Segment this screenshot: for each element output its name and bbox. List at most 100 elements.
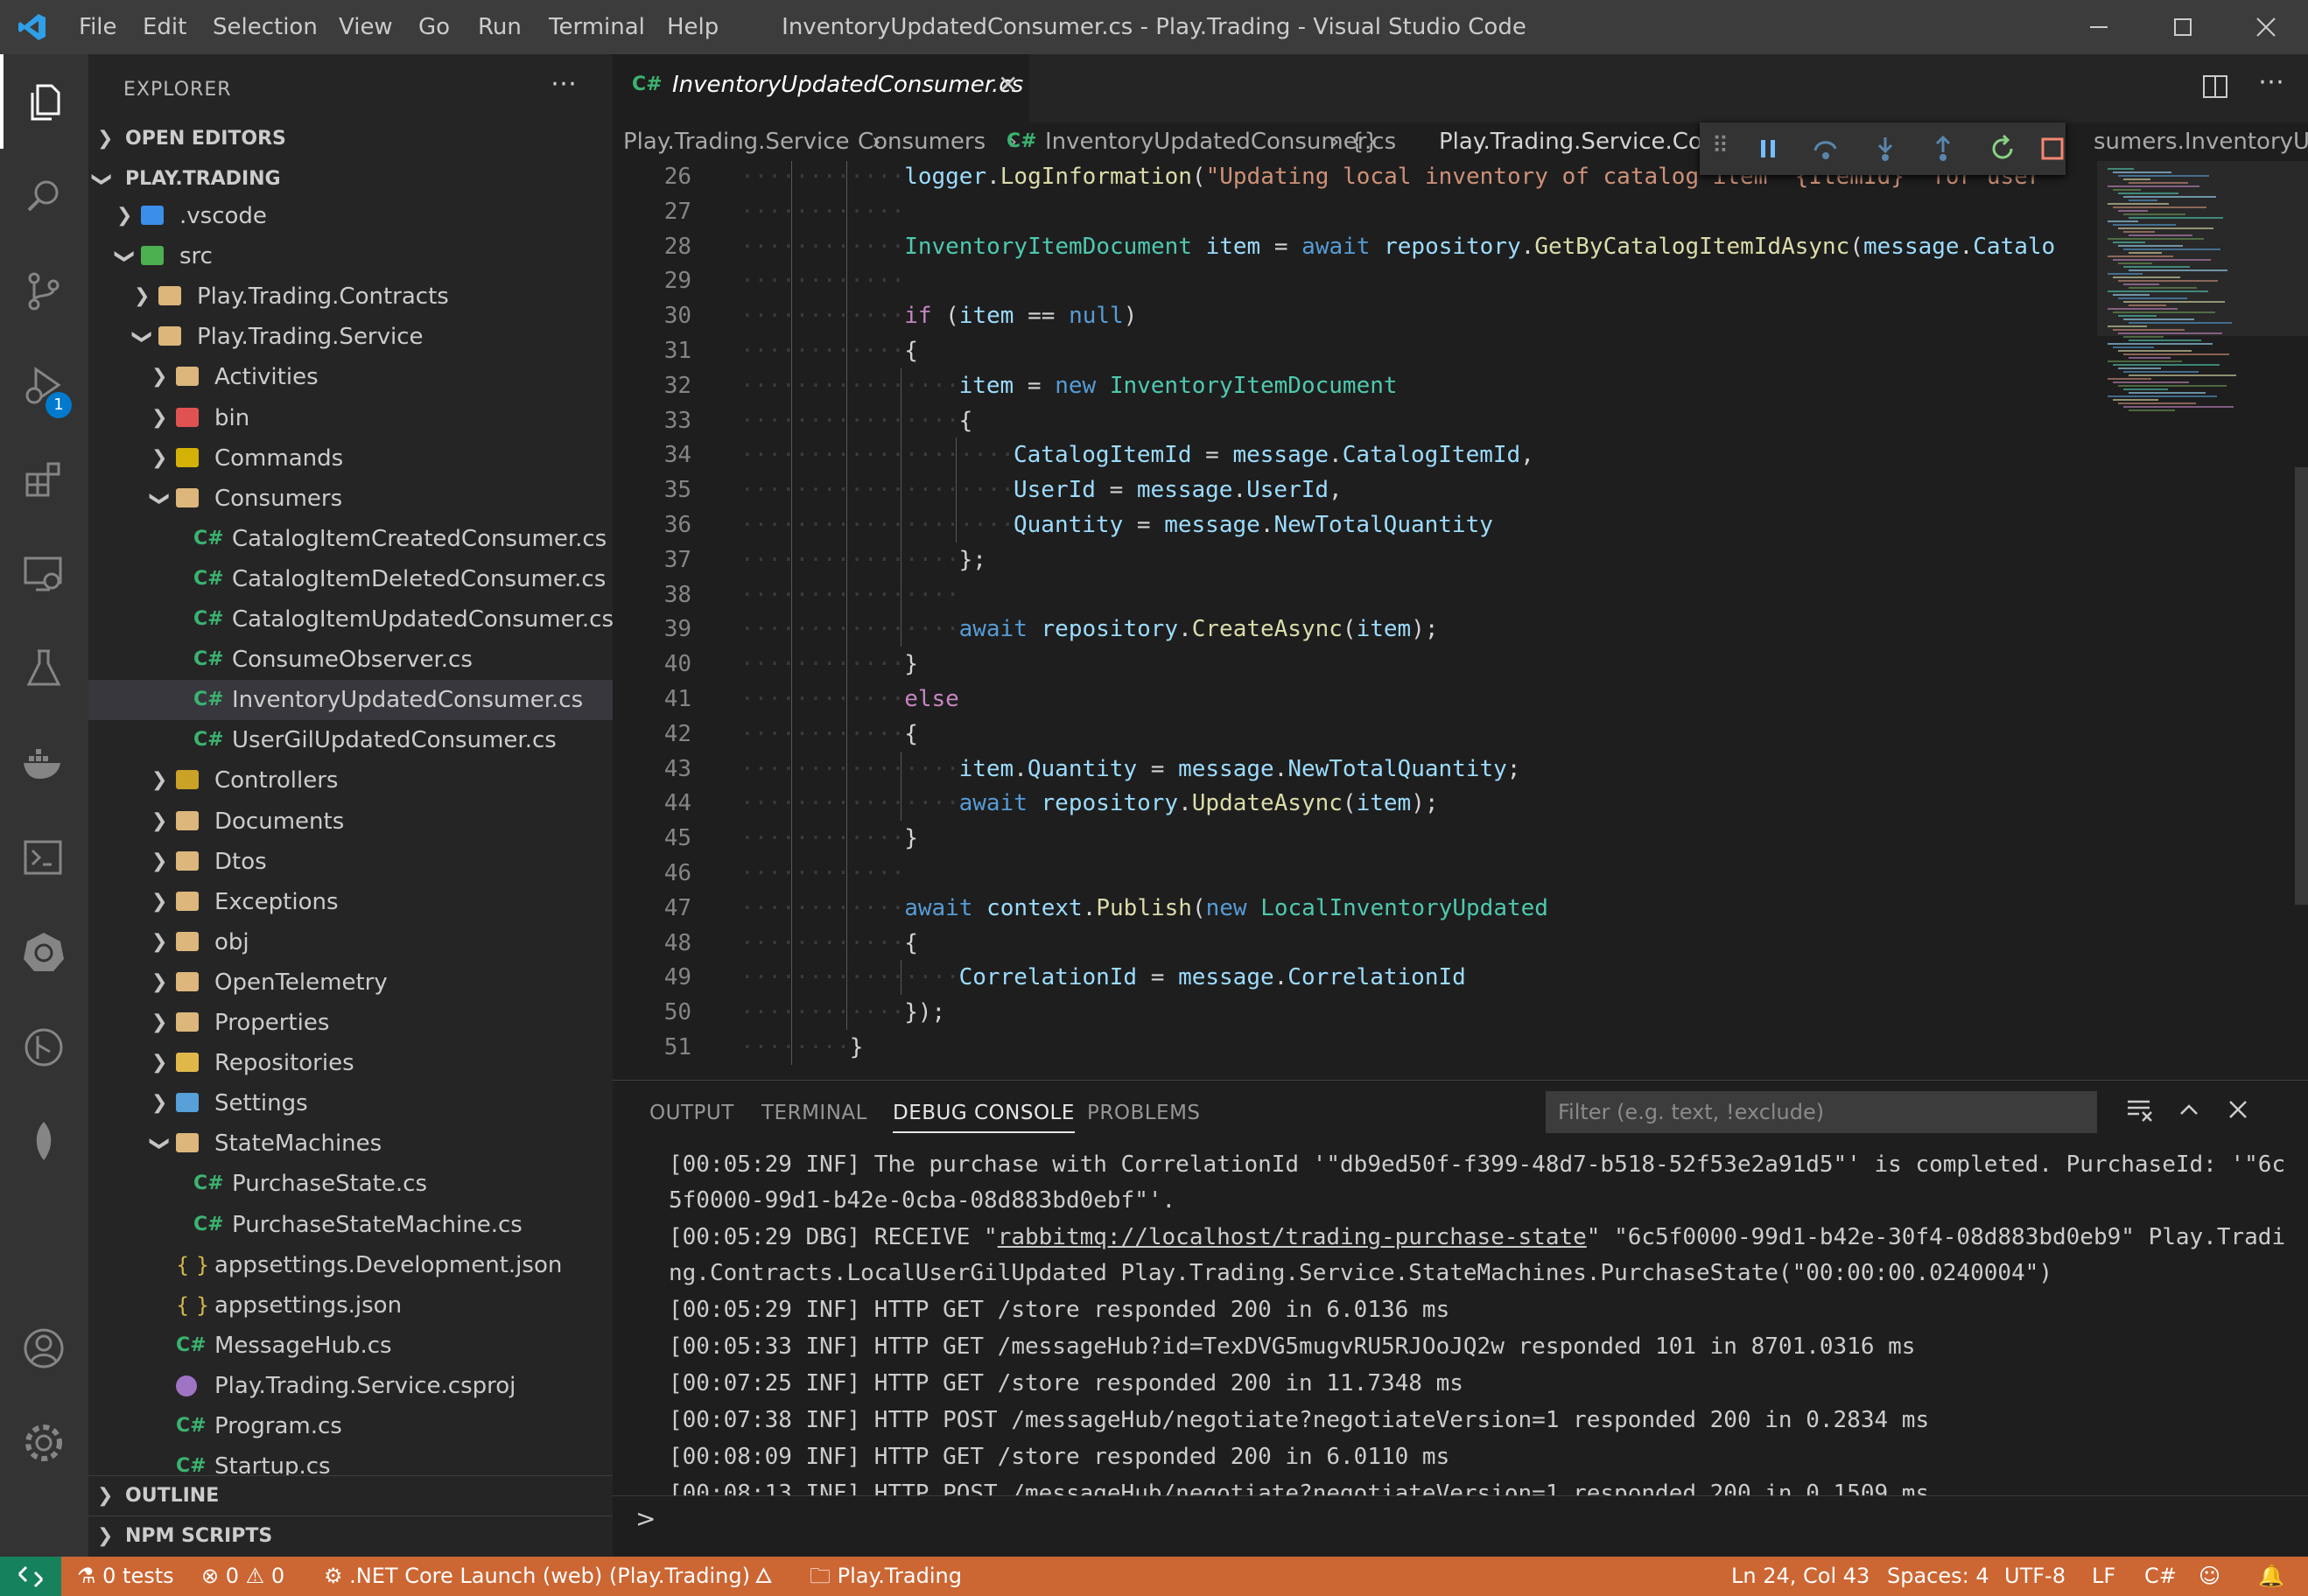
- problems-status[interactable]: ⊗ 0 ⚠ 0: [201, 1557, 284, 1596]
- code-line[interactable]: 32 ················ item = new InventoryIt…: [613, 368, 2097, 403]
- debug-launch-config[interactable]: ⚙ .NET Core Launch (web) (Play.Trading): [324, 1557, 750, 1596]
- tree-item[interactable]: ❯ obj: [88, 922, 613, 962]
- code-line[interactable]: 46 ············: [613, 856, 2097, 891]
- code-editor[interactable]: 26 ············ logger.LogInformation("Upd…: [613, 161, 2097, 1080]
- code-line[interactable]: 47 ············ await context.Publish(new …: [613, 890, 2097, 926]
- mongodb-button[interactable]: [0, 1094, 88, 1188]
- menu-help[interactable]: Help: [667, 0, 719, 54]
- tree-item[interactable]: ❯ Repositories: [88, 1043, 613, 1083]
- tree-item[interactable]: C# Program.cs: [88, 1406, 613, 1446]
- menu-selection[interactable]: Selection: [213, 0, 318, 54]
- tree-item[interactable]: ❯ Activities: [88, 357, 613, 397]
- code-line[interactable]: 49 ················ CorrelationId = messag…: [613, 960, 2097, 996]
- debug-console-output[interactable]: [00:05:29 INF] The purchase with Correla…: [613, 1147, 2308, 1495]
- drag-handle[interactable]: ⠿: [1712, 133, 1729, 159]
- code-line[interactable]: 45 ············}: [613, 821, 2097, 857]
- search-button[interactable]: [0, 149, 88, 243]
- menu-run[interactable]: Run: [478, 0, 522, 54]
- menu-file[interactable]: File: [79, 0, 117, 54]
- breadcrumb-item[interactable]: InventoryUpdatedConsumer.cs: [1045, 122, 1396, 161]
- tree-item[interactable]: ❯ Commands: [88, 438, 613, 479]
- account-button[interactable]: [0, 1300, 88, 1395]
- minimap[interactable]: [2097, 161, 2308, 1080]
- tree-item[interactable]: ❯ Settings: [88, 1083, 613, 1124]
- tree-item[interactable]: ❯ src: [88, 236, 613, 276]
- kubernetes-button[interactable]: [0, 905, 88, 999]
- tab-problems[interactable]: PROBLEMS: [1087, 1102, 1201, 1124]
- code-line[interactable]: 28 ············ InventoryItemDocument item…: [613, 228, 2097, 264]
- code-line[interactable]: 39 ················ await repository.Creat…: [613, 612, 2097, 648]
- tree-item[interactable]: ❯ Play.Trading.Service: [88, 317, 613, 357]
- section-workspace[interactable]: ❯ PLAY.TRADING: [88, 159, 613, 200]
- tree-item[interactable]: C# PurchaseState.cs: [88, 1164, 613, 1204]
- menu-go[interactable]: Go: [418, 0, 450, 54]
- step-into-button[interactable]: [1871, 135, 1899, 163]
- source-control-button[interactable]: [0, 243, 88, 338]
- tree-item[interactable]: C# MessageHub.cs: [88, 1326, 613, 1366]
- menu-view[interactable]: View: [339, 0, 393, 54]
- tree-item[interactable]: C# ConsumeObserver.cs: [88, 640, 613, 680]
- tab-output[interactable]: OUTPUT: [649, 1102, 734, 1124]
- tree-item[interactable]: ❯ Controllers: [88, 760, 613, 801]
- log-link[interactable]: rabbitmq://localhost/trading-purchase-st…: [998, 1224, 1587, 1250]
- code-line[interactable]: 48 ············{: [613, 925, 2097, 961]
- section-open-editors[interactable]: ❯ OPEN EDITORS: [88, 119, 613, 159]
- cursor-position[interactable]: Ln 24, Col 43: [1731, 1557, 1870, 1596]
- code-line[interactable]: 41 ············ else: [613, 682, 2097, 717]
- tree-item[interactable]: ❯ Dtos: [88, 842, 613, 882]
- code-line[interactable]: 50 ············});: [613, 995, 2097, 1031]
- tree-item[interactable]: ❯ Play.Trading.Contracts: [88, 276, 613, 317]
- maximize-panel-button[interactable]: [2174, 1095, 2204, 1128]
- tree-item[interactable]: ❯ StateMachines: [88, 1124, 613, 1164]
- notifications-bell-icon[interactable]: 🔔: [2258, 1557, 2284, 1596]
- tab-inventory-updated-consumer[interactable]: C# InventoryUpdatedConsumer.cs ✕: [613, 54, 1029, 122]
- tree-item[interactable]: C# UserGilUpdatedConsumer.cs: [88, 720, 613, 760]
- tree-item[interactable]: C# CatalogItemUpdatedConsumer.cs: [88, 599, 613, 640]
- git-graph-button[interactable]: [0, 999, 88, 1094]
- close-panel-button[interactable]: [2223, 1095, 2253, 1128]
- close-tab-button[interactable]: ✕: [998, 70, 1018, 99]
- pause-button[interactable]: [1754, 135, 1782, 163]
- breadcrumb-item[interactable]: Play.Trading.Service: [623, 122, 850, 161]
- docker-button[interactable]: [0, 716, 88, 810]
- menu-terminal[interactable]: Terminal: [549, 0, 645, 54]
- tree-item[interactable]: ❯ bin: [88, 398, 613, 438]
- menu-edit[interactable]: Edit: [143, 0, 186, 54]
- code-line[interactable]: 42 ············{: [613, 716, 2097, 752]
- editor-more-actions-button[interactable]: ⋯: [2258, 66, 2284, 97]
- remote-explorer-button[interactable]: [0, 527, 88, 621]
- tree-item[interactable]: ❯ Consumers: [88, 479, 613, 519]
- close-window-button[interactable]: [2224, 0, 2308, 54]
- tab-debug-console[interactable]: DEBUG CONSOLE: [893, 1102, 1075, 1133]
- manage-button[interactable]: [0, 1395, 88, 1489]
- code-line[interactable]: 38 ················: [613, 577, 2097, 612]
- maximize-button[interactable]: [2141, 0, 2225, 54]
- tree-item[interactable]: { } appsettings.json: [88, 1285, 613, 1326]
- code-line[interactable]: 35 ···················· UserId = message.U…: [613, 472, 2097, 508]
- tree-item[interactable]: C# PurchaseStateMachine.cs: [88, 1205, 613, 1245]
- code-line[interactable]: 34 ···················· CatalogItemId = me…: [613, 438, 2097, 473]
- tree-item[interactable]: { } appsettings.Development.json: [88, 1245, 613, 1285]
- code-line[interactable]: 40 ············}: [613, 647, 2097, 682]
- code-line[interactable]: 37 ················};: [613, 542, 2097, 578]
- code-line[interactable]: 33 ················{: [613, 402, 2097, 438]
- more-actions-button[interactable]: ⋯: [551, 68, 577, 99]
- terminal-button[interactable]: [0, 810, 88, 905]
- stop-button[interactable]: [2041, 135, 2066, 163]
- restart-button[interactable]: [1989, 134, 2017, 163]
- tree-item[interactable]: C# CatalogItemDeletedConsumer.cs: [88, 559, 613, 599]
- minimize-button[interactable]: [2057, 0, 2141, 54]
- tree-item[interactable]: ❯ .vscode: [88, 200, 613, 236]
- clear-console-button[interactable]: [2125, 1095, 2155, 1128]
- step-out-button[interactable]: [1929, 135, 1957, 163]
- extensions-button[interactable]: [0, 432, 88, 527]
- remote-indicator-button[interactable]: [0, 1557, 61, 1596]
- run-debug-button[interactable]: 1: [0, 338, 88, 432]
- tree-item[interactable]: ❯ Documents: [88, 802, 613, 842]
- tree-item[interactable]: C# CatalogItemCreatedConsumer.cs: [88, 519, 613, 559]
- code-line[interactable]: 29 ············: [613, 263, 2097, 299]
- code-line[interactable]: 44 ················ await repository.Updat…: [613, 786, 2097, 822]
- flame-icon[interactable]: 🜂: [754, 1557, 773, 1596]
- code-line[interactable]: 51 ········}: [613, 1030, 2097, 1065]
- feedback-icon[interactable]: ☺: [2199, 1557, 2220, 1596]
